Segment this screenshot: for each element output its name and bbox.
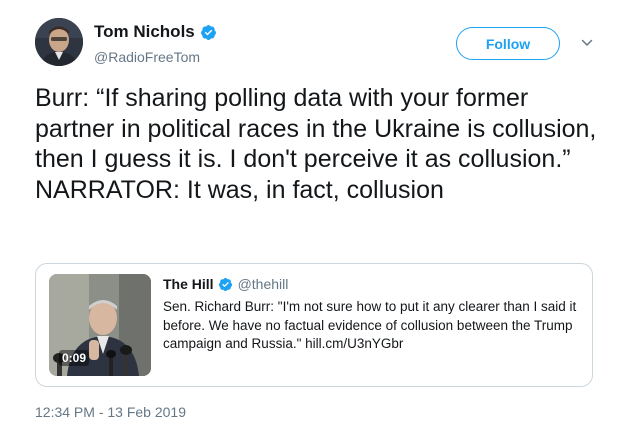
author-display-name[interactable]: Tom Nichols [94,22,195,42]
quoted-tweet-card[interactable]: 0:09 The Hill @thehill Sen. Richard Burr… [35,263,593,387]
quoted-tweet-text: Sen. Richard Burr: "I'm not sure how to … [163,299,577,351]
quoted-display-name: The Hill [163,276,214,292]
follow-button[interactable]: Follow [456,27,560,60]
video-duration: 0:09 [59,350,90,366]
author-handle[interactable]: @RadioFreeTom [94,49,200,65]
tweet-text: Burr: “If sharing polling data with your… [35,84,597,204]
tweet-timestamp[interactable]: 12:34 PM - 13 Feb 2019 [35,404,186,420]
author-name-row[interactable]: Tom Nichols [94,22,217,42]
quoted-author-row: The Hill @thehill [163,276,288,292]
video-thumbnail[interactable]: 0:09 [49,274,151,376]
chevron-down-icon[interactable] [581,37,593,49]
quoted-handle: @thehill [237,276,289,292]
avatar-image [35,18,83,66]
verified-badge-icon [200,24,216,40]
author-avatar[interactable] [35,18,83,66]
verified-badge-icon [218,277,232,291]
